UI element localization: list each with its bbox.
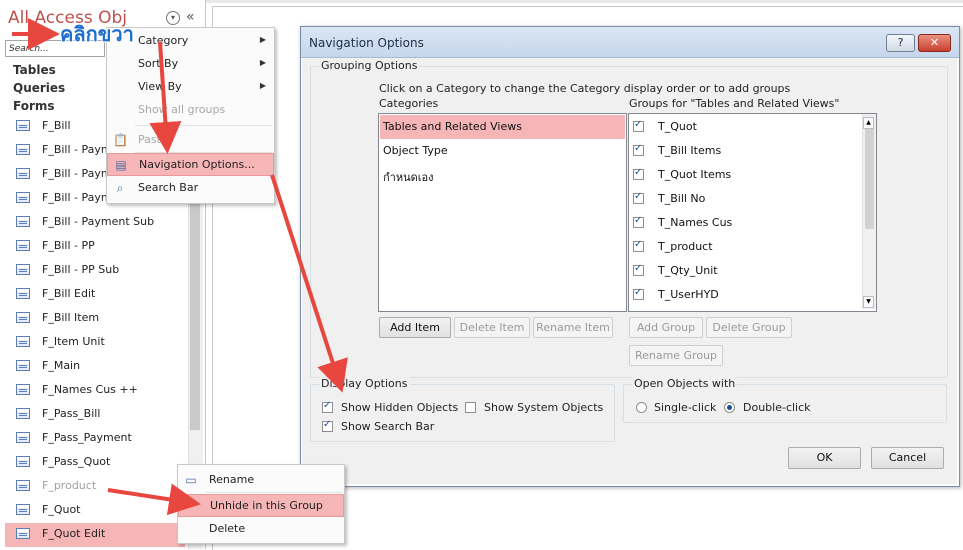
arrow-to-unhide <box>107 483 201 516</box>
arrow-to-navigation-options <box>149 41 182 154</box>
annotation-right-click-text: คลิกขวา <box>60 22 134 46</box>
annotation-arrows <box>12 18 348 516</box>
arrow-to-show-hidden <box>270 174 348 393</box>
